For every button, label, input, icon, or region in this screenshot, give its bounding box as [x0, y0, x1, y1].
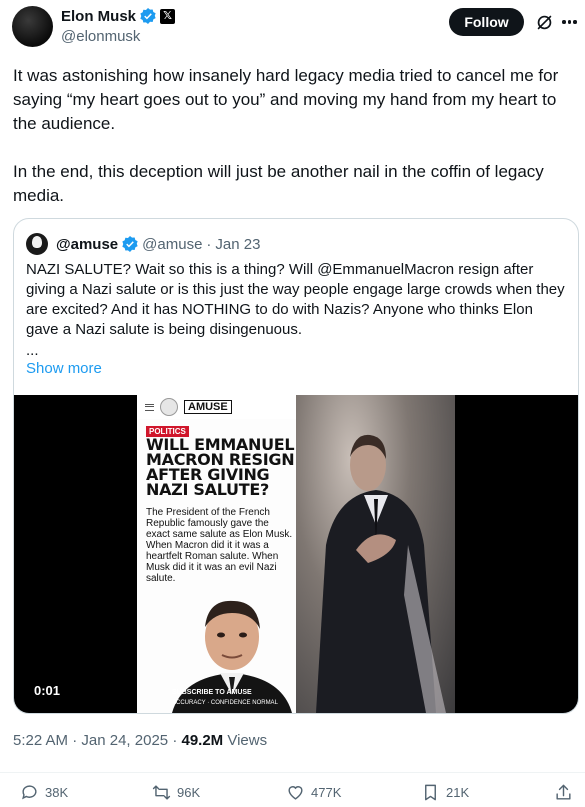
repost-icon [152, 785, 171, 800]
bookmark-count: 21K [446, 785, 470, 800]
quoted-tweet-header: @amuse @amuse · Jan 23 [26, 233, 260, 255]
separator-dot: · [206, 235, 212, 253]
views-count: 49.2M [181, 732, 224, 749]
quoted-tweet-date: Jan 23 [215, 235, 261, 253]
quoted-tweet-card[interactable]: @amuse @amuse · Jan 23 NAZI SALUTE? Wait… [13, 218, 579, 714]
video-player[interactable]: AMUSE POLITICS WILL EMMANUEL MACRON RESI… [14, 395, 578, 713]
macron-photo [296, 395, 455, 713]
video-frame: AMUSE POLITICS WILL EMMANUEL MACRON RESI… [137, 395, 455, 713]
separator-dot: · [72, 732, 78, 749]
quoted-author-name: @amuse [56, 235, 119, 253]
author-name-row: Elon Musk 𝕏 [61, 7, 176, 25]
quoted-tweet-text: NAZI SALUTE? Wait so this is a thing? Wi… [26, 261, 565, 338]
tweet-paragraph: It was astonishing how insanely hard leg… [13, 66, 559, 133]
reply-count: 38K [45, 785, 69, 800]
menu-icon [145, 403, 154, 411]
tweet-paragraph: In the end, this deception will just be … [13, 162, 544, 205]
views-label: Views [227, 732, 268, 749]
action-bar: 38K 96K 477K 21K [0, 772, 585, 807]
video-duration: 0:01 [34, 683, 61, 698]
like-count: 477K [311, 785, 342, 800]
more-options-icon[interactable] [562, 20, 578, 24]
verified-badge-icon [140, 8, 156, 24]
quoted-author-handle: @amuse [142, 235, 203, 253]
bookmark-icon [425, 784, 436, 801]
quoted-author-avatar [26, 233, 48, 255]
tweet-meta: 5:22 AM · Jan 24, 2025 · 49.2M Views [13, 732, 267, 749]
author-block: Elon Musk 𝕏 @elonmusk [61, 7, 176, 45]
share-icon [556, 784, 571, 800]
amuse-bar: AMUSE [137, 395, 296, 419]
repost-button[interactable]: 96K [152, 783, 200, 802]
quoted-tweet-ellipsis: ... [26, 342, 39, 359]
author-handle[interactable]: @elonmusk [61, 28, 175, 45]
x-affiliate-icon: 𝕏 [160, 8, 176, 24]
reply-button[interactable]: 38K [20, 783, 68, 802]
share-button[interactable] [554, 783, 573, 802]
subscribe-caption: SUBSCRIBE TO AMUSE [172, 689, 252, 696]
reply-icon [22, 785, 37, 800]
grok-icon[interactable] [536, 14, 553, 31]
follow-button[interactable]: Follow [449, 8, 524, 36]
video-headline: WILL EMMANUEL MACRON RESIGN AFTER GIVING… [146, 435, 295, 499]
author-avatar[interactable] [12, 6, 53, 47]
author-display-name[interactable]: Elon Musk [61, 8, 136, 25]
bookmark-button[interactable]: 21K [421, 783, 469, 802]
tweet-time[interactable]: 5:22 AM [13, 732, 68, 749]
tweet-date[interactable]: Jan 24, 2025 [81, 732, 168, 749]
separator-dot: · [172, 732, 178, 749]
amuse-logo: AMUSE [184, 400, 232, 414]
tweet-text: It was astonishing how insanely hard leg… [13, 64, 578, 208]
verified-badge-icon [122, 236, 138, 252]
amuse-avatar-icon [160, 398, 178, 416]
like-button[interactable]: 477K [286, 783, 341, 802]
video-graphic-panel: AMUSE POLITICS WILL EMMANUEL MACRON RESI… [137, 395, 296, 713]
show-more-link[interactable]: Show more [26, 360, 102, 377]
heart-icon [288, 786, 303, 800]
accuracy-caption: ACCURACY · CONFIDENCE NORMAL [172, 700, 278, 706]
repost-count: 96K [177, 785, 201, 800]
video-subtext: The President of the French Republic fam… [146, 507, 293, 584]
